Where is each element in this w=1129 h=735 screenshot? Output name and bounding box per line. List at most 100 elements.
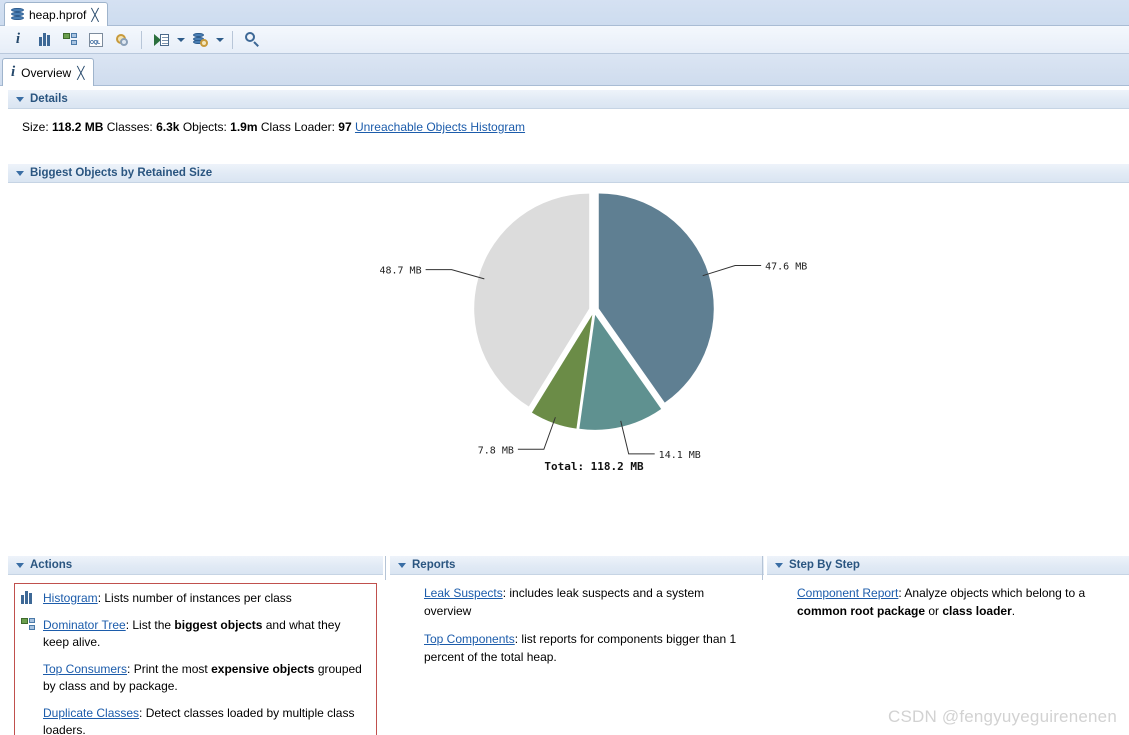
action-item: Dominator Tree: List the biggest objects… [21, 617, 368, 652]
panel-grip-2[interactable] [762, 556, 767, 580]
search-icon [244, 32, 260, 47]
step-by-step-list: Component Report: Analyze objects which … [767, 575, 1129, 620]
editor-tab-heap-hprof[interactable]: heap.hprof ╳ [4, 2, 108, 26]
pie-leader-line [620, 420, 655, 455]
action-icon [21, 661, 37, 696]
step-link[interactable]: Component Report [797, 586, 898, 600]
action-icon [21, 590, 37, 608]
inspect-button[interactable] [110, 29, 134, 51]
unreachable-objects-histogram-link[interactable]: Unreachable Objects Histogram [355, 120, 525, 134]
report-link[interactable]: Leak Suspects [424, 586, 503, 600]
emphasis-text: expensive objects [211, 661, 315, 676]
query-browser-button[interactable] [188, 29, 212, 51]
database-gear-icon [192, 32, 208, 47]
reports-list: Leak Suspects: includes leak suspects an… [390, 575, 764, 666]
description-text: Analyze objects which belong to a [904, 586, 1086, 600]
pie-leader-line [702, 264, 762, 277]
section-reports-title: Reports [412, 559, 456, 571]
info-icon: i [15, 31, 21, 47]
description-text: List the [132, 617, 175, 632]
close-icon[interactable]: ╳ [77, 67, 84, 79]
watermark: CSDN @fengyuyeguirenenen [887, 707, 1117, 726]
action-text: Top Consumers: Print the most expensive … [43, 661, 368, 696]
oql-icon [89, 32, 103, 47]
section-step-by-step-title: Step By Step [789, 559, 860, 571]
pie-slice-label: 14.1 MB [659, 450, 701, 461]
database-icon [11, 7, 24, 22]
action-text: Histogram: Lists number of instances per… [43, 590, 368, 608]
overview-content: Details Size: 118.2 MB Classes: 6.3k Obj… [0, 86, 1129, 735]
chevron-down-icon[interactable] [16, 170, 24, 176]
report-item: Leak Suspects: includes leak suspects an… [424, 585, 754, 620]
section-details-header[interactable]: Details [8, 89, 1129, 109]
action-icon [21, 705, 37, 735]
run-dropdown-arrow-icon[interactable] [175, 29, 186, 51]
dominator-tree-button[interactable] [58, 29, 82, 51]
retained-size-pie-chart[interactable]: 47.6 MB 14.1 MB 7.8 MB 48.7 MB Total: 118.2… [8, 183, 1129, 546]
histogram-button[interactable] [32, 29, 56, 51]
action-item: Top Consumers: Print the most expensive … [21, 661, 368, 696]
action-link[interactable]: Duplicate Classes [43, 706, 139, 720]
bar-chart-icon [38, 33, 50, 46]
info-icon: i [11, 64, 16, 80]
step-item: Component Report: Analyze objects which … [797, 585, 1119, 620]
pie-slice-label: 7.8 MB [478, 445, 514, 456]
section-actions-header[interactable]: Actions [8, 555, 383, 575]
find-button[interactable] [240, 29, 264, 51]
section-details-body: Size: 118.2 MB Classes: 6.3k Objects: 1.… [8, 109, 1129, 134]
main-toolbar: i [0, 26, 1129, 54]
section-details-title: Details [30, 93, 68, 105]
tree-icon [62, 33, 78, 46]
query-dropdown-arrow-icon[interactable] [214, 29, 225, 51]
toolbar-separator-2 [232, 30, 233, 49]
pie-slice-label: 48.7 MB [379, 266, 421, 277]
pie-chart-container: 47.6 MB 14.1 MB 7.8 MB 48.7 MB Total: 118.2… [8, 183, 1129, 546]
pie-leader-line [425, 269, 485, 280]
tab-overview[interactable]: i Overview ╳ [2, 58, 95, 86]
emphasis-text: biggest objects [174, 617, 263, 632]
report-item: Top Components: list reports for compone… [424, 631, 754, 666]
section-biggest-objects-header[interactable]: Biggest Objects by Retained Size [8, 163, 1129, 183]
description-text: . [1011, 603, 1016, 618]
class-loader-value: 97 [338, 120, 352, 134]
objects-label: Objects: [182, 120, 227, 134]
chevron-down-icon[interactable] [16, 562, 24, 568]
editor-tab-bar: heap.hprof ╳ [0, 0, 1129, 26]
size-value: 118.2 MB [52, 120, 104, 134]
section-actions-title: Actions [30, 559, 73, 571]
action-link[interactable]: Top Consumers [43, 662, 127, 676]
run-expert-system-button[interactable] [149, 29, 173, 51]
chevron-down-icon[interactable] [398, 562, 406, 568]
action-text: Duplicate Classes: Detect classes loaded… [43, 705, 368, 735]
editor-tab-label: heap.hprof [29, 7, 87, 22]
action-link[interactable]: Dominator Tree [43, 618, 126, 632]
actions-list: Histogram: Lists number of instances per… [14, 583, 377, 735]
description-text: or [925, 603, 943, 618]
view-tab-bar: i Overview ╳ [0, 54, 1129, 86]
section-reports-header[interactable]: Reports [390, 555, 764, 575]
separator: : [139, 705, 146, 720]
run-icon [153, 33, 169, 47]
action-icon [21, 617, 37, 652]
tab-overview-label: Overview [21, 65, 72, 80]
panel-grip-1[interactable] [385, 556, 390, 580]
action-text: Dominator Tree: List the biggest objects… [43, 617, 368, 652]
toolbar-separator [141, 30, 142, 49]
pie-leader-line [517, 417, 556, 450]
action-link[interactable]: Histogram [43, 591, 98, 605]
emphasis-text: common root package [797, 603, 926, 618]
chevron-down-icon[interactable] [16, 96, 24, 102]
mat-overview-window: heap.hprof ╳ i OQL i Overview ╳ Details … [0, 0, 1129, 735]
report-link[interactable]: Top Components [424, 632, 515, 646]
description-text: Print the most [133, 661, 212, 676]
chevron-down-icon[interactable] [775, 562, 783, 568]
overview-info-button[interactable]: i [6, 29, 30, 51]
oql-button[interactable] [84, 29, 108, 51]
section-step-by-step-header[interactable]: Step By Step [767, 555, 1129, 575]
action-item: Histogram: Lists number of instances per… [21, 590, 368, 608]
section-biggest-objects: Biggest Objects by Retained Size 47.6 MB… [8, 163, 1129, 548]
size-label: Size: [22, 120, 49, 134]
section-details: Details Size: 118.2 MB Classes: 6.3k Obj… [8, 89, 1129, 141]
objects-value: 1.9m [230, 120, 258, 134]
close-icon[interactable]: ╳ [91, 9, 98, 21]
